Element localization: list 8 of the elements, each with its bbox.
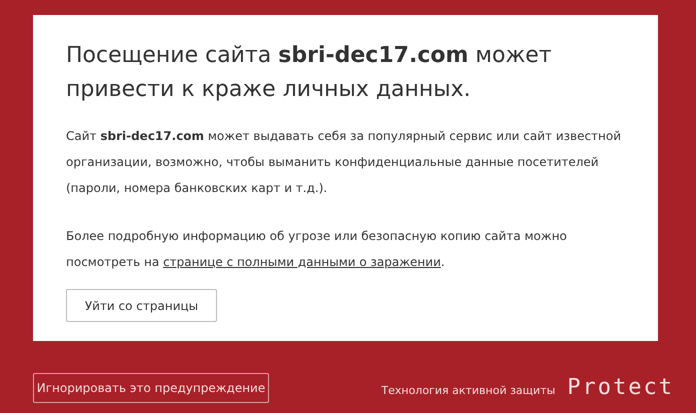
leave-page-button[interactable]: Уйти со страницы (66, 289, 217, 322)
details-text: Более подробную информацию об угрозе или безопасную копию сайта можно посмотреть на странице с полными данными о заражении. (66, 228, 568, 271)
ignore-warning-button[interactable]: Игнорировать это предупреждение (33, 372, 269, 402)
protect-logo: Protect (567, 374, 674, 402)
warning-title: Посещение сайта sbri-dec17.com может привести к краже личных данных. (66, 42, 553, 104)
details-link[interactable]: странице с полными данными о заражении (163, 255, 441, 269)
warning-description: Сайт sbri-dec17.com может выдавать себя за популярный сервис или сайт известной организации, возможно, чтобы выманить конфиденциальные данные посетителей (пароли, номера банковских карт и т.д.). (66, 128, 622, 197)
tagline: Технология активной защиты (381, 383, 556, 400)
